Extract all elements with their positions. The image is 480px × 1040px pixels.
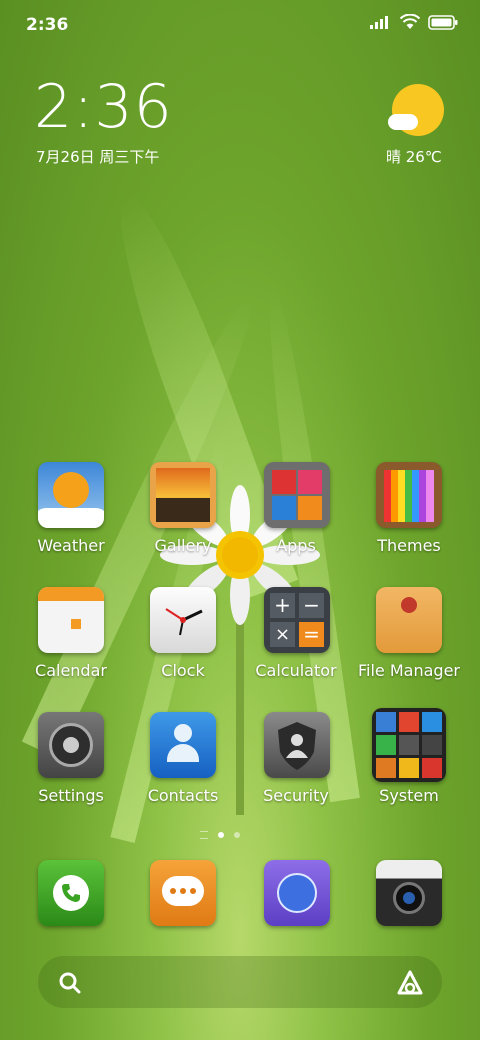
app-label-settings: Settings bbox=[38, 786, 104, 805]
search-icon[interactable] bbox=[58, 971, 82, 995]
assistant-icon[interactable] bbox=[396, 969, 424, 997]
app-label-contacts: Contacts bbox=[147, 786, 219, 805]
file-manager-icon bbox=[376, 587, 442, 653]
contacts-icon bbox=[150, 712, 216, 778]
calendar-icon bbox=[38, 587, 104, 653]
page-dot-active bbox=[218, 832, 224, 838]
themes-icon bbox=[376, 462, 442, 528]
battery-icon bbox=[428, 14, 458, 30]
messages-icon[interactable] bbox=[150, 860, 216, 926]
app-label-themes: Themes bbox=[377, 536, 441, 555]
app-label-weather: Weather bbox=[37, 536, 105, 555]
app-label-apps: Apps bbox=[276, 536, 316, 555]
calculator-icon: + − × = bbox=[264, 587, 330, 653]
clock-widget-date: 7月26日 周三下午 bbox=[36, 148, 160, 166]
menu-indicator-icon bbox=[200, 831, 208, 839]
page-dot bbox=[234, 832, 240, 838]
security-icon bbox=[264, 712, 330, 778]
weather-widget-text: 晴 26℃ bbox=[386, 148, 442, 166]
browser-icon[interactable] bbox=[264, 860, 330, 926]
app-label-gallery: Gallery bbox=[154, 536, 212, 555]
app-label-calculator: Calculator bbox=[255, 661, 337, 680]
app-label-clock: Clock bbox=[161, 661, 205, 680]
app-label-security: Security bbox=[263, 786, 329, 805]
search-bar[interactable] bbox=[38, 956, 442, 1008]
camera-icon[interactable] bbox=[376, 860, 442, 926]
settings-icon bbox=[38, 712, 104, 778]
status-bar: 2:36 bbox=[0, 0, 480, 50]
apps-icon bbox=[264, 462, 330, 528]
weather-icon bbox=[38, 462, 104, 528]
app-label-calendar: Calendar bbox=[35, 661, 107, 680]
phone-icon[interactable] bbox=[38, 860, 104, 926]
wifi-icon bbox=[400, 14, 420, 29]
system-icon bbox=[372, 708, 446, 782]
app-label-file-manager: File Manager bbox=[358, 661, 460, 680]
clock-icon bbox=[150, 587, 216, 653]
page-indicator[interactable] bbox=[200, 831, 240, 839]
status-time: 2:36 bbox=[26, 15, 69, 35]
cloud-icon bbox=[388, 114, 418, 130]
clock-widget-time[interactable]: 2:36 bbox=[34, 72, 173, 142]
app-label-system: System bbox=[379, 786, 439, 805]
signal-icon bbox=[370, 16, 388, 29]
gallery-icon bbox=[150, 462, 216, 528]
